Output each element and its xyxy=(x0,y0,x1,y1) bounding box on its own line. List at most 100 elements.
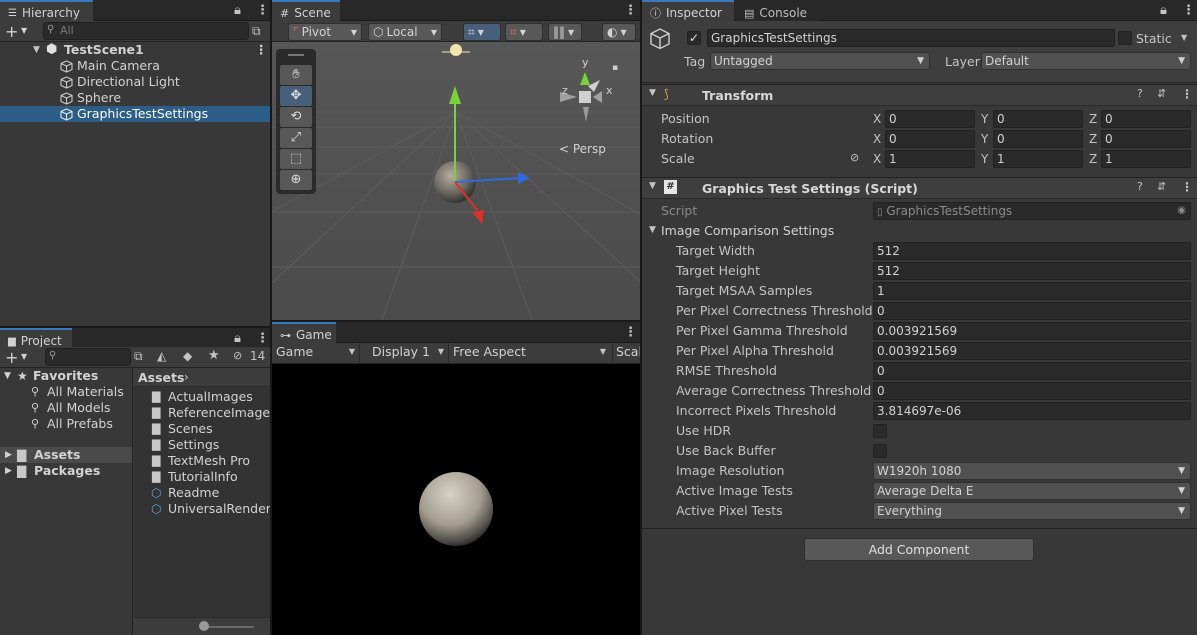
chevron-down-icon[interactable]: ▼ xyxy=(1181,33,1187,42)
palette-grip[interactable] xyxy=(288,54,304,56)
hierarchy-item-directional-light[interactable]: Directional Light xyxy=(0,74,270,90)
expand-arrow-icon[interactable]: ▶ xyxy=(5,463,12,479)
game-mode-dropdown[interactable]: Game ▼ xyxy=(272,343,360,363)
asset-row[interactable]: ▇ Scenes xyxy=(134,421,270,437)
local-dropdown[interactable]: ⬡ Local ▼ xyxy=(368,23,442,41)
average-correctness-field[interactable]: 0 xyxy=(873,382,1191,400)
breadcrumb-assets[interactable]: Assets xyxy=(138,370,184,385)
rmse-threshold-field[interactable]: 0 xyxy=(873,362,1191,380)
chevron-down-icon[interactable]: ▼ xyxy=(21,352,27,361)
favorite-all-materials[interactable]: ⚲ All Materials xyxy=(0,384,132,400)
root-packages[interactable]: ▶ ▇ Packages xyxy=(0,463,132,479)
lock-icon[interactable]: 🔒︎ xyxy=(234,3,241,18)
tab-game[interactable]: ⊶ Game xyxy=(272,322,336,343)
component-menu-icon[interactable]: ⋮ xyxy=(1181,87,1193,101)
tab-scene[interactable]: # Scene xyxy=(272,0,340,21)
static-checkbox[interactable] xyxy=(1118,31,1132,45)
root-assets[interactable]: ▶ ▇ Assets xyxy=(0,447,132,463)
scale-z-field[interactable]: 1 xyxy=(1101,150,1191,168)
preset-icon[interactable]: ⇵ xyxy=(1157,180,1166,193)
filter-by-type-icon[interactable]: ◭ xyxy=(157,349,166,363)
transform-tool-button[interactable]: ⊕ xyxy=(280,170,312,190)
scene-row[interactable]: ▼ ⬢ TestScene1 ⋮ xyxy=(0,42,270,58)
hierarchy-item-graphics-test-settings[interactable]: GraphicsTestSettings xyxy=(0,106,270,122)
component-menu-icon[interactable]: ⋮ xyxy=(1181,180,1193,194)
rotation-x-field[interactable]: 0 xyxy=(885,130,975,148)
preset-icon[interactable]: ⇵ xyxy=(1157,87,1166,100)
tab-console[interactable]: ▤ Console xyxy=(736,0,818,21)
increment-button[interactable]: ‖‖ ▼ xyxy=(548,23,582,41)
scale-tool-button[interactable]: ⤢ xyxy=(280,128,312,148)
more-menu-icon[interactable]: ⋮ xyxy=(1182,3,1195,18)
asset-row[interactable]: ▇ TextMesh Pro xyxy=(134,453,270,469)
constrain-proportions-icon[interactable]: ⊘ xyxy=(850,151,859,164)
asset-row[interactable]: ▇ ReferenceImages xyxy=(134,405,270,421)
more-menu-icon[interactable]: ⋮ xyxy=(256,3,269,18)
scale-y-field[interactable]: 1 xyxy=(993,150,1083,168)
position-z-field[interactable]: 0 xyxy=(1101,110,1191,128)
hidden-packages-icon[interactable]: ⊘ xyxy=(233,349,242,362)
slider-handle[interactable] xyxy=(199,621,209,631)
per-pixel-alpha-field[interactable]: 0.003921569 xyxy=(873,342,1191,360)
favorites-row[interactable]: ▼ ★ Favorites xyxy=(0,368,132,384)
grid-snap-button[interactable]: ⌗ ▼ xyxy=(463,23,501,41)
asset-row[interactable]: ▇ Settings xyxy=(134,437,270,453)
tab-inspector[interactable]: ⓘ Inspector xyxy=(642,0,734,21)
more-menu-icon[interactable]: ⋮ xyxy=(256,331,269,346)
hierarchy-item-main-camera[interactable]: Main Camera xyxy=(0,58,270,74)
position-y-field[interactable]: 0 xyxy=(993,110,1083,128)
rect-tool-button[interactable]: ⬚ xyxy=(280,149,312,169)
hierarchy-item-sphere[interactable]: Sphere xyxy=(0,90,270,106)
expand-arrow-icon[interactable]: ▼ xyxy=(649,181,656,191)
expand-arrow-icon[interactable]: ▼ xyxy=(4,368,11,384)
target-width-field[interactable]: 512 xyxy=(873,242,1191,260)
tab-hierarchy[interactable]: ☰ Hierarchy xyxy=(0,0,93,21)
active-pixel-tests-dropdown[interactable]: Everything ▼ xyxy=(873,502,1191,520)
object-name-input[interactable]: GraphicsTestSettings xyxy=(707,29,1115,47)
image-resolution-dropdown[interactable]: W1920h 1080 ▼ xyxy=(873,462,1191,480)
per-pixel-gamma-field[interactable]: 0.003921569 xyxy=(873,322,1191,340)
lock-icon[interactable]: 🔒︎ xyxy=(1160,3,1167,18)
help-icon[interactable]: ? xyxy=(1137,87,1143,100)
rotation-z-field[interactable]: 0 xyxy=(1101,130,1191,148)
zoom-slider[interactable] xyxy=(134,617,270,635)
tab-project[interactable]: ▆ Project xyxy=(0,328,72,349)
per-pixel-correctness-field[interactable]: 0 xyxy=(873,302,1191,320)
script-object-field[interactable]: ▯ GraphicsTestSettings ◉ xyxy=(873,202,1191,220)
scale-x-field[interactable]: 1 xyxy=(885,150,975,168)
target-msaa-field[interactable]: 1 xyxy=(873,282,1191,300)
favorite-star-icon[interactable]: ★ xyxy=(208,348,220,363)
script-component-header[interactable]: ▼ # Graphics Test Settings (Script) ? ⇵ … xyxy=(642,177,1197,199)
hierarchy-search-input[interactable]: All xyxy=(43,22,249,40)
target-height-field[interactable]: 512 xyxy=(873,262,1191,280)
asset-row[interactable]: ▇ ActualImages xyxy=(134,389,270,405)
active-checkbox[interactable]: ✓ xyxy=(687,31,701,45)
move-tool-button[interactable]: ✥ xyxy=(280,86,312,106)
use-back-buffer-checkbox[interactable] xyxy=(873,444,887,458)
more-menu-icon[interactable]: ⋮ xyxy=(624,3,637,18)
snap-increment-button[interactable]: ⌗ ▼ xyxy=(505,23,543,41)
gizmo-lock-icon[interactable]: ▪ xyxy=(612,63,618,73)
scene-viewport[interactable]: y x z ▪ < Persp xyxy=(272,42,640,320)
tag-dropdown[interactable]: Untagged ▼ xyxy=(710,52,930,70)
object-picker-icon[interactable]: ◉ xyxy=(1177,203,1186,219)
display-dropdown[interactable]: Display 1 ▼ xyxy=(368,343,444,363)
scene-menu-icon[interactable]: ⋮ xyxy=(255,42,268,58)
draw-mode-button[interactable]: ◐ ▼ xyxy=(602,23,636,41)
expand-arrow-icon[interactable]: ▼ xyxy=(649,88,656,98)
add-icon[interactable]: + xyxy=(5,348,18,367)
projection-label[interactable]: < Persp xyxy=(559,142,606,156)
pivot-dropdown[interactable]: ⌜ Pivot ▼ xyxy=(288,23,362,41)
help-icon[interactable]: ? xyxy=(1137,180,1143,193)
asset-row[interactable]: ⬡ Readme xyxy=(134,485,270,501)
scale-slider[interactable]: Scal xyxy=(612,343,640,363)
asset-row[interactable]: ⬡ UniversalRenderP xyxy=(134,501,270,517)
lock-icon[interactable]: 🔒︎ xyxy=(234,331,241,346)
search-by-type-icon[interactable]: ⧉ xyxy=(134,349,143,364)
layer-dropdown[interactable]: Default ▼ xyxy=(981,52,1191,70)
rotate-tool-button[interactable]: ⟲ xyxy=(280,107,312,127)
asset-row[interactable]: ▇ TutorialInfo xyxy=(134,469,270,485)
rotation-y-field[interactable]: 0 xyxy=(993,130,1083,148)
project-search-input[interactable] xyxy=(45,348,131,366)
favorite-all-models[interactable]: ⚲ All Models xyxy=(0,400,132,416)
